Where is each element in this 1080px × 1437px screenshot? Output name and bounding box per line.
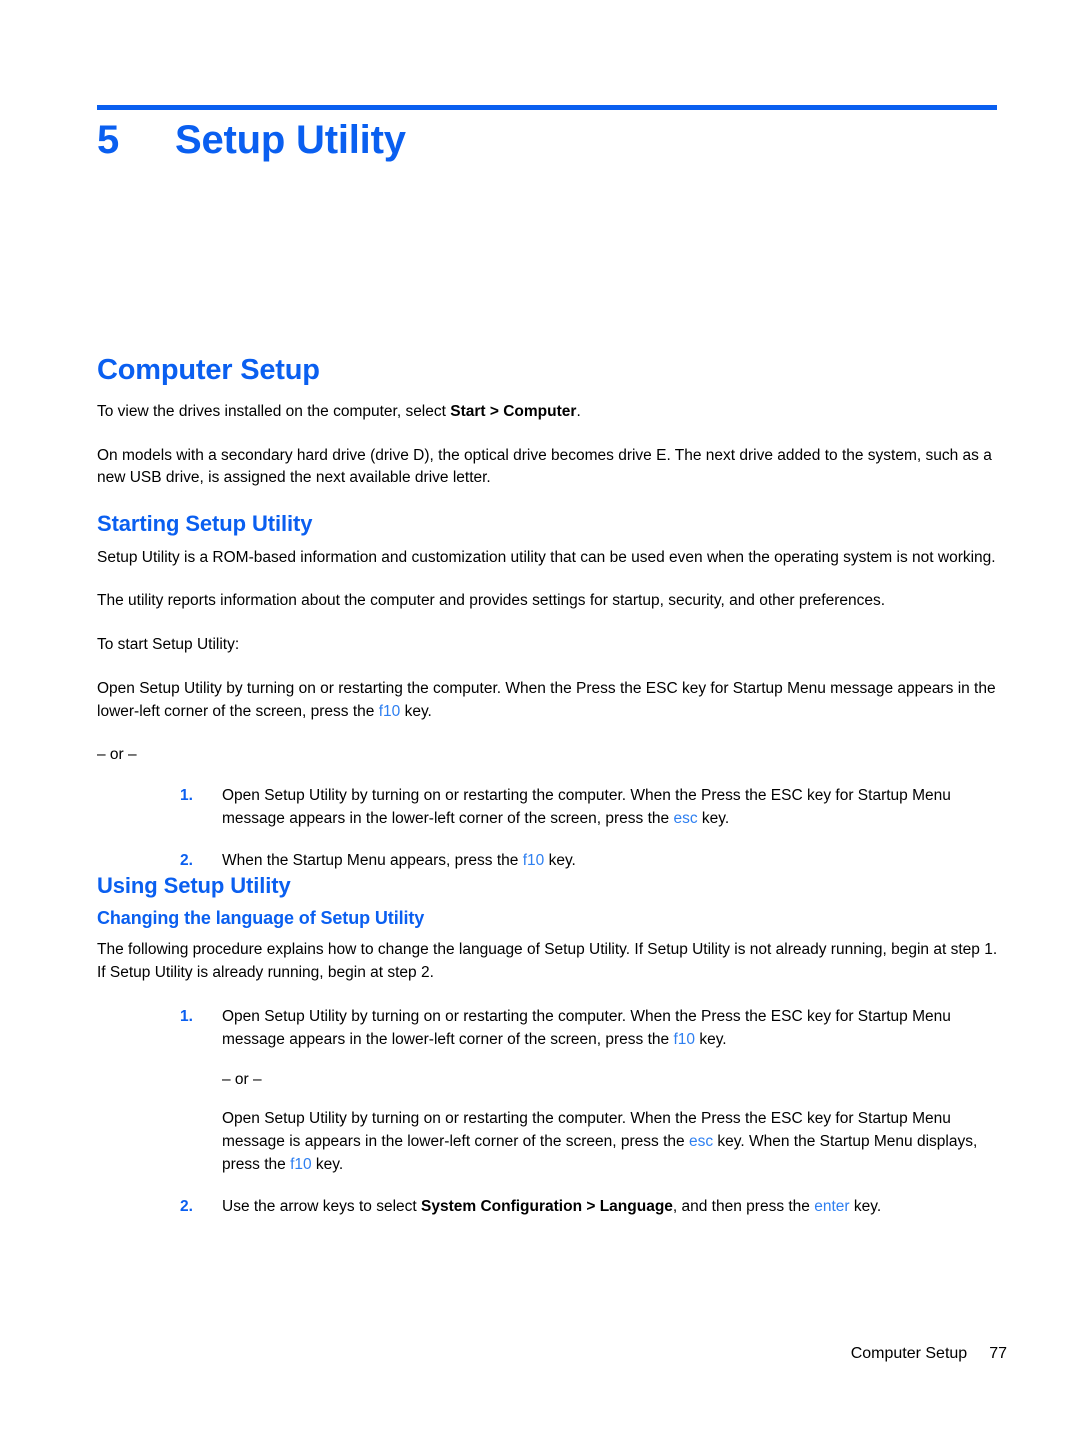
- step-text-suffix: key.: [697, 810, 730, 827]
- key-f10: f10: [290, 1155, 312, 1173]
- step-number: 2.: [180, 1197, 193, 1215]
- open-setup-prefix: Open Setup Utility by turning on or rest…: [97, 679, 996, 720]
- chapter-title-text: Setup Utility: [175, 118, 406, 162]
- heading-computer-setup: Computer Setup: [97, 354, 320, 386]
- step1-prefix: Open Setup Utility by turning on or rest…: [222, 1008, 951, 1048]
- step-text-prefix: When the Startup Menu appears, press the: [222, 851, 523, 869]
- step1-suffix: key.: [695, 1030, 727, 1048]
- view-drives-suffix: .: [576, 402, 581, 420]
- step-number: 1.: [180, 1008, 193, 1026]
- step-number: 2.: [180, 851, 193, 869]
- step-number: 1.: [180, 787, 193, 805]
- steps-list-starting: 1. Open Setup Utility by turning on or re…: [180, 785, 1007, 872]
- step-text-suffix: key.: [544, 851, 576, 869]
- heading-starting-setup-utility: Starting Setup Utility: [97, 511, 313, 537]
- or-divider-2: – or –: [222, 1070, 262, 1088]
- paragraph-secondary-drive: On models with a secondary hard drive (d…: [97, 446, 992, 487]
- step2-suffix: key.: [849, 1197, 882, 1215]
- or-divider-1: – or –: [97, 746, 137, 764]
- heading-changing-language: Changing the language of Setup Utility: [97, 907, 425, 928]
- key-enter: enter: [814, 1197, 850, 1215]
- content-column: Computer Setup To view the drives instal…: [97, 354, 1007, 1218]
- steps-list-changing-language: 1. Open Setup Utility by turning on or r…: [180, 1006, 1007, 1218]
- step2-middle: , and then press the: [672, 1197, 815, 1215]
- list-item: 1. Open Setup Utility by turning on or r…: [180, 1006, 1007, 1177]
- paragraph-to-start: To start Setup Utility:: [97, 636, 240, 654]
- footer-page-number: 77: [989, 1345, 1007, 1362]
- paragraph-view-drives: To view the drives installed on the comp…: [97, 401, 1007, 424]
- paragraph-rom-based: Setup Utility is a ROM-based information…: [97, 548, 996, 566]
- list-item: 1. Open Setup Utility by turning on or re…: [180, 785, 1007, 831]
- step2-bold-path: System Configuration > Language: [421, 1197, 673, 1215]
- list-item: 2. Use the arrow keys to select System Co…: [180, 1196, 1007, 1219]
- footer-label: Computer Setup: [850, 1345, 968, 1362]
- step1-alternate-text: Open Setup Utility by turning on or rest…: [222, 1108, 1007, 1176]
- key-esc: esc: [688, 1133, 714, 1151]
- page-footer: Computer Setup 77: [0, 1345, 1007, 1363]
- key-f10: f10: [378, 702, 401, 720]
- view-drives-bold: Start > Computer: [450, 402, 577, 420]
- chapter-rule: [97, 105, 997, 110]
- step1-alt-suffix: key.: [311, 1155, 344, 1173]
- heading-using-setup-utility: Using Setup Utility: [97, 872, 291, 898]
- chapter-number: 5: [97, 118, 120, 162]
- open-setup-suffix: key.: [400, 702, 432, 720]
- key-esc: esc: [673, 810, 698, 827]
- step2-prefix: Use the arrow keys to select: [222, 1197, 421, 1215]
- document-page: 5 Setup Utility Computer Setup To view th…: [0, 0, 1080, 1437]
- paragraph-open-setup-utility: Open Setup Utility by turning on or rest…: [97, 678, 1007, 724]
- step1-main-text: Open Setup Utility by turning on or rest…: [222, 1008, 951, 1048]
- list-item: 2. When the Startup Menu appears, press t…: [180, 850, 1007, 873]
- paragraph-following-procedure: The following procedure explains how to …: [97, 941, 998, 982]
- key-f10: f10: [673, 1030, 696, 1048]
- paragraph-utility-reports: The utility reports information about th…: [97, 592, 886, 610]
- key-f10: f10: [522, 851, 545, 869]
- chapter-heading: 5 Setup Utility: [97, 118, 406, 163]
- step-text-prefix: Open Setup Utility by turning on or rest…: [222, 787, 951, 827]
- view-drives-prefix: To view the drives installed on the comp…: [97, 402, 451, 420]
